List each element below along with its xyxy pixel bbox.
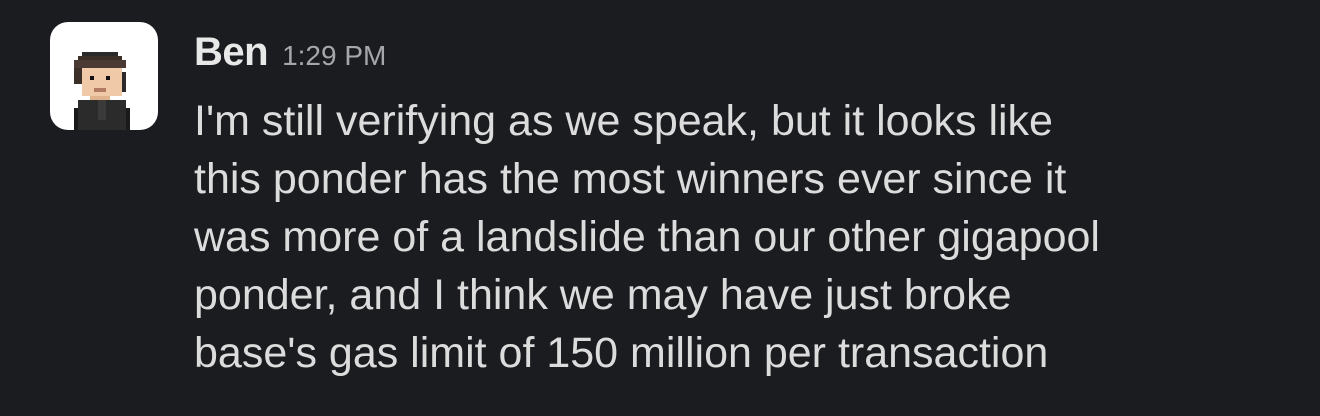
author-name[interactable]: Ben	[194, 30, 269, 75]
message-timestamp[interactable]: 1:29 PM	[282, 40, 386, 72]
pixel-art-person-icon	[74, 52, 130, 130]
chat-message: Ben 1:29 PM I'm still verifying as we sp…	[0, 0, 1320, 416]
message-text: I'm still verifying as we speak, but it …	[194, 97, 1100, 377]
avatar[interactable]	[50, 22, 158, 130]
message-header: Ben 1:29 PM	[194, 30, 386, 86]
